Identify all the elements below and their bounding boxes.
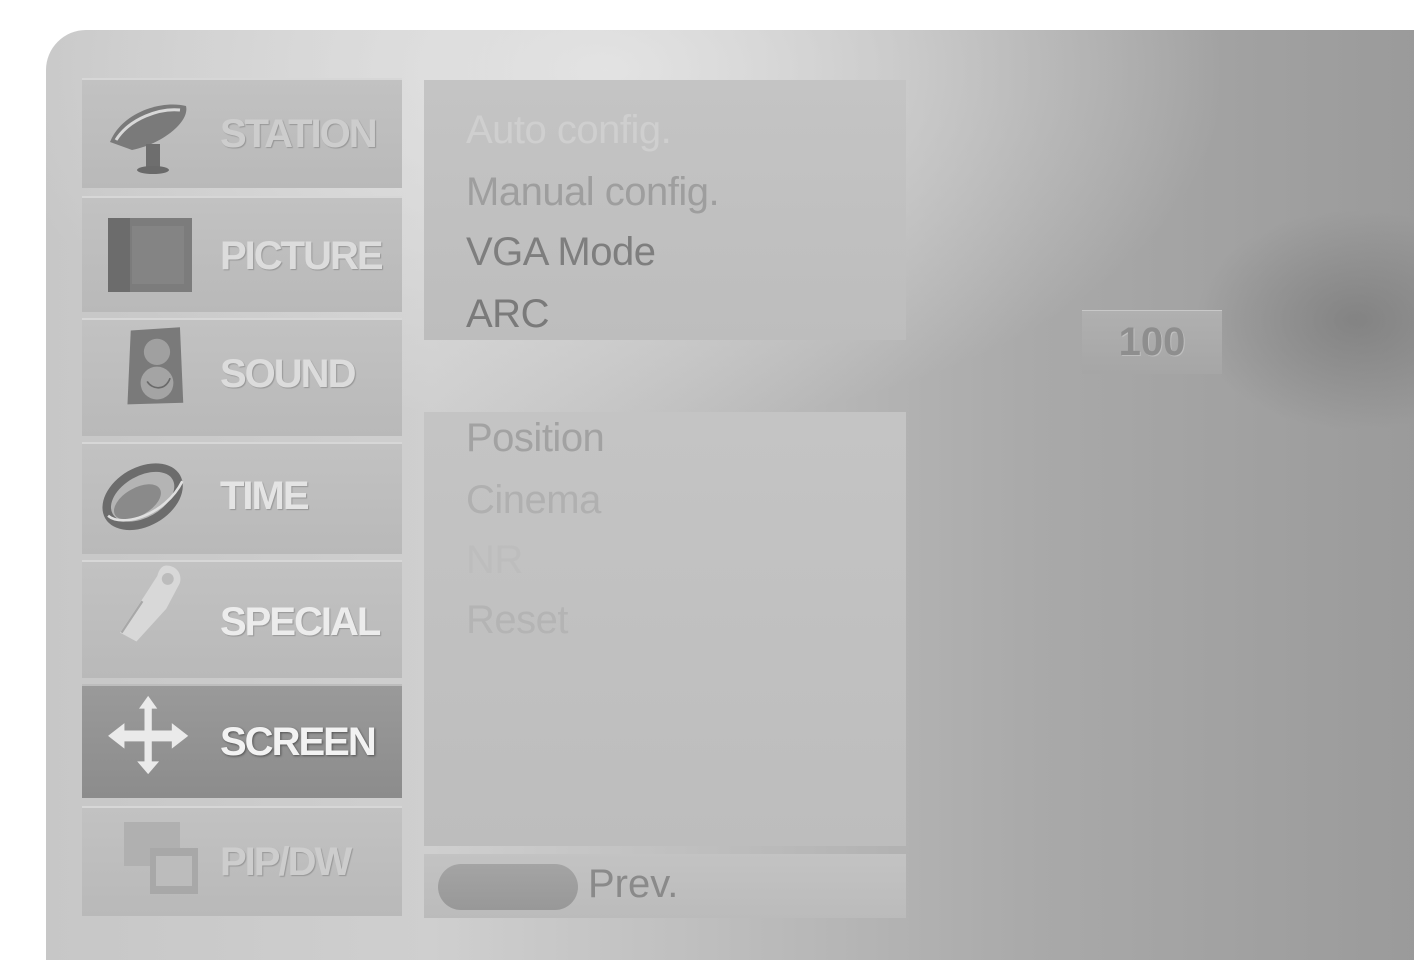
sidebar-item-sound[interactable]: SOUND <box>82 318 402 436</box>
menu-item-reset[interactable]: Reset <box>466 598 569 643</box>
sidebar-item-label: PIP/DW <box>220 840 352 884</box>
satellite-dish-icon <box>110 104 187 174</box>
menu-item-manual-config[interactable]: Manual config. <box>466 170 720 215</box>
picture-icon <box>108 218 192 292</box>
menu-item-vga-mode[interactable]: VGA Mode <box>466 230 656 275</box>
sidebar-item-label: STATION <box>220 112 378 156</box>
value-text: 100 <box>1118 320 1186 364</box>
submenu-panel-top: Auto config. Manual config. VGA Mode ARC <box>424 80 906 340</box>
menu-item-auto-config[interactable]: Auto config. <box>466 108 672 153</box>
pip-windows-icon <box>124 822 198 894</box>
speaker-icon <box>127 327 184 405</box>
sidebar-item-special[interactable]: SPECIAL <box>82 560 402 678</box>
clock-ring-icon <box>102 463 184 531</box>
sidebar-item-picture[interactable]: PICTURE <box>82 196 402 312</box>
menu-item-cinema[interactable]: Cinema <box>466 478 601 523</box>
value-display: 100 <box>1082 310 1222 374</box>
menu-item-arc[interactable]: ARC <box>466 292 549 337</box>
menu-item-position[interactable]: Position <box>466 416 605 461</box>
footer-bar: Prev. <box>424 854 906 918</box>
sidebar-item-label: SPECIAL <box>220 600 381 644</box>
sidebar-item-pipdw[interactable]: PIP/DW <box>82 806 402 916</box>
sidebar-item-label: TIME <box>220 474 310 518</box>
sidebar-item-screen[interactable]: SCREEN <box>82 684 402 798</box>
move-arrows-icon <box>108 695 189 775</box>
prev-label: Prev. <box>588 862 679 906</box>
prev-button[interactable] <box>438 864 578 910</box>
sidebar-item-label: SCREEN <box>220 720 377 764</box>
sidebar-item-time[interactable]: TIME <box>82 442 402 554</box>
submenu-panel-bottom: Position Cinema NR Reset <box>424 412 906 846</box>
menu-item-nr[interactable]: NR <box>466 538 523 583</box>
sidebar-item-label: PICTURE <box>220 234 384 278</box>
sidebar-item-station[interactable]: STATION <box>82 78 402 188</box>
tag-icon <box>120 565 181 642</box>
sidebar-item-label: SOUND <box>220 352 356 396</box>
